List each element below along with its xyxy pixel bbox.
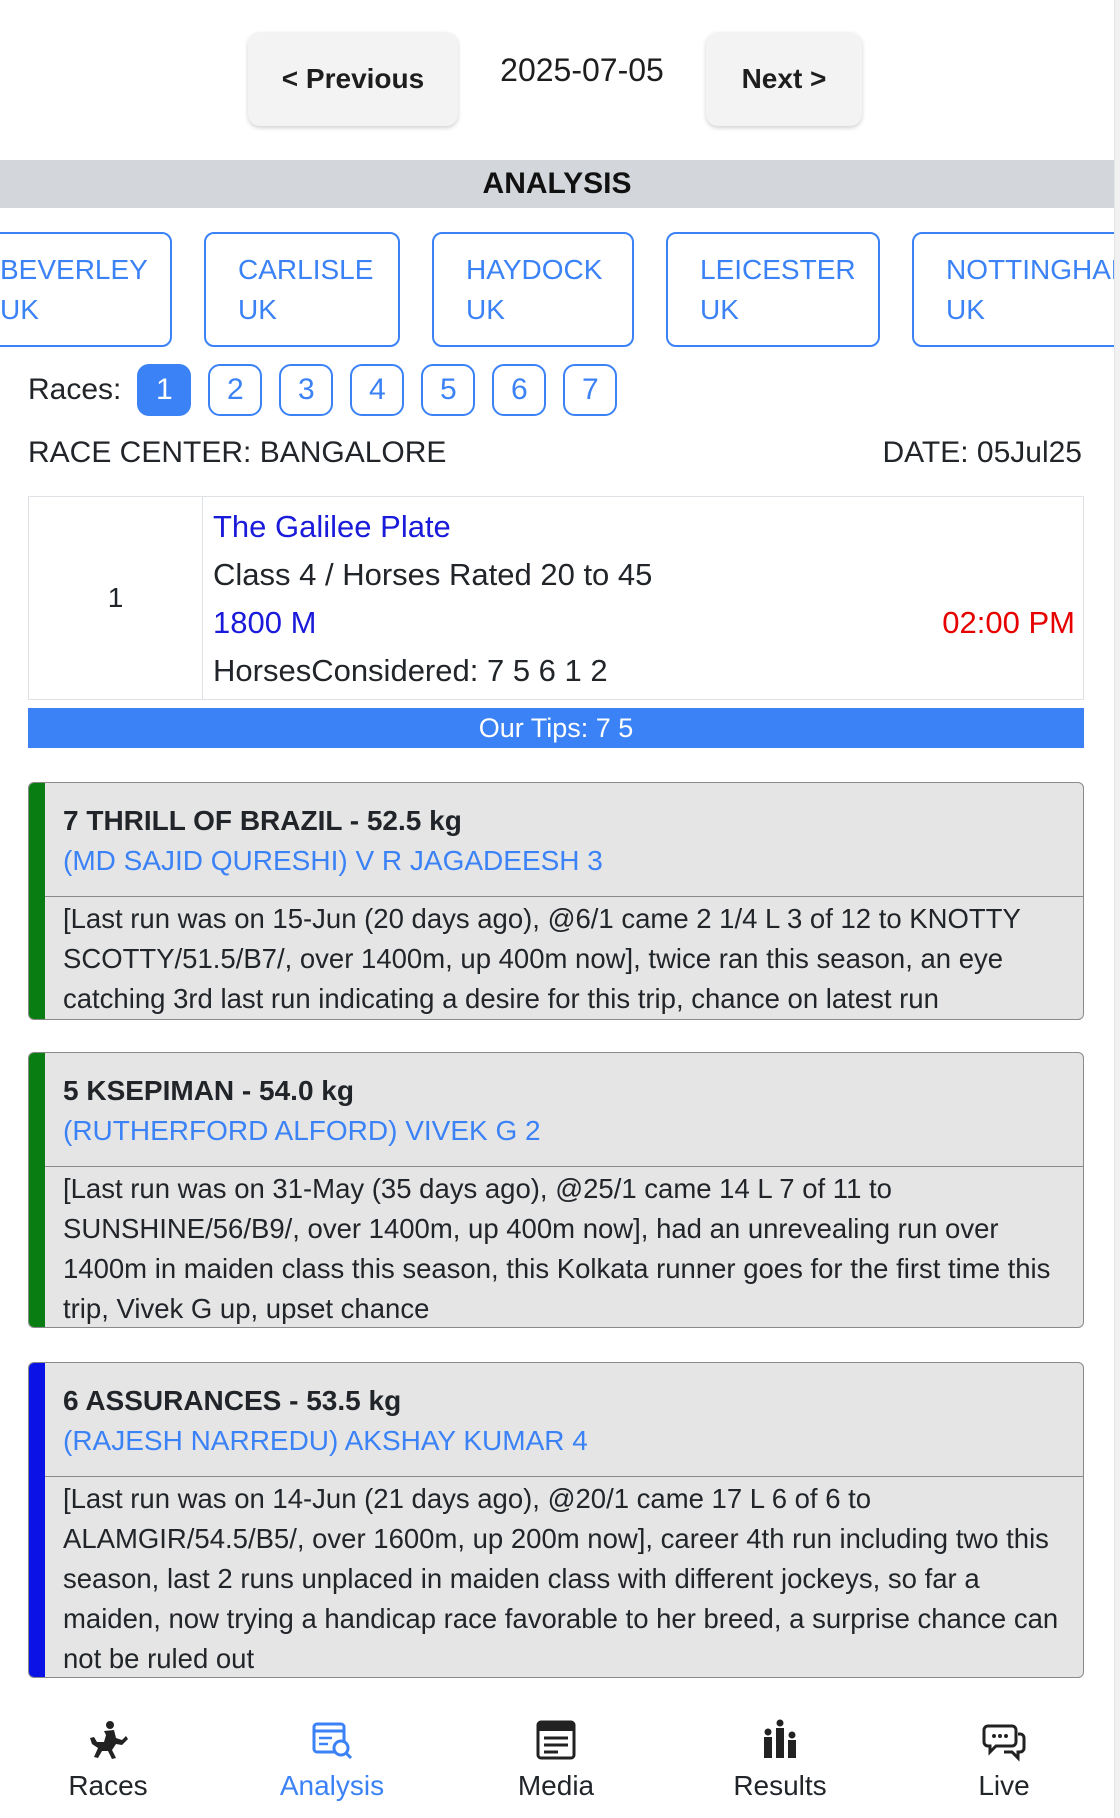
race-date: DATE: 05Jul25 <box>882 436 1082 469</box>
race-center: RACE CENTER: BANGALORE <box>28 436 447 469</box>
venue-tab-beverley[interactable]: BEVERLEY UK <box>0 232 172 347</box>
venue-tab-nottingham[interactable]: NOTTINGHAM UK <box>912 232 1114 347</box>
bottom-navigation: Races Analysis Media Results Live <box>0 1700 1114 1818</box>
race-button-3[interactable]: 3 <box>279 364 334 416</box>
horses-considered: HorsesConsidered: 7 5 6 1 2 <box>213 653 608 688</box>
venue-name: NOTTINGHAM <box>946 254 1114 285</box>
venue-country: UK <box>0 294 39 325</box>
chat-bubbles-icon <box>982 1724 1026 1762</box>
horse-card-header: 5 KSEPIMAN - 54.0 kg (RUTHERFORD ALFORD)… <box>29 1053 1083 1167</box>
horse-title: 5 KSEPIMAN - 54.0 kg <box>63 1075 354 1106</box>
horse-card: 5 KSEPIMAN - 54.0 kg (RUTHERFORD ALFORD)… <box>28 1052 1084 1328</box>
races-label: Races: <box>28 373 122 406</box>
nav-media[interactable]: Media <box>476 1700 636 1802</box>
newspaper-icon <box>536 1720 576 1760</box>
horse-card-stripe <box>29 783 45 1019</box>
page-scrollbar[interactable] <box>1114 0 1120 1818</box>
horse-jockey: (RUTHERFORD ALFORD) VIVEK G 2 <box>63 1115 541 1146</box>
race-button-1[interactable]: 1 <box>137 364 192 416</box>
race-button-5[interactable]: 5 <box>421 364 476 416</box>
nav-analysis[interactable]: Analysis <box>252 1700 412 1802</box>
analysis-icon <box>312 1722 353 1760</box>
horse-comment: [Last run was on 31-May (35 days ago), @… <box>63 1173 1051 1324</box>
previous-day-button[interactable]: < Previous <box>248 32 458 126</box>
venue-name: BEVERLEY <box>0 254 148 285</box>
nav-races[interactable]: Races <box>28 1700 188 1802</box>
horse-card: 6 ASSURANCES - 53.5 kg (RAJESH NARREDU) … <box>28 1362 1084 1678</box>
nav-analysis-label: Analysis <box>279 1770 385 1801</box>
nav-races-label: Races <box>68 1770 148 1801</box>
venue-country: UK <box>700 294 739 325</box>
venue-country: UK <box>238 294 277 325</box>
horse-title: 7 THRILL OF BRAZIL - 52.5 kg <box>63 805 462 836</box>
venue-tab-carlisle[interactable]: CARLISLE UK <box>204 232 400 347</box>
horse-card: 7 THRILL OF BRAZIL - 52.5 kg (MD SAJID Q… <box>28 782 1084 1020</box>
nav-media-label: Media <box>517 1770 595 1801</box>
race-button-6[interactable]: 6 <box>492 364 547 416</box>
race-button-4[interactable]: 4 <box>350 364 405 416</box>
race-info-card: 1 The Galilee Plate Class 4 / Horses Rat… <box>28 496 1084 700</box>
horse-title: 6 ASSURANCES - 53.5 kg <box>63 1385 402 1416</box>
horse-comment: [Last run was on 15-Jun (20 days ago), @… <box>63 903 1021 1014</box>
venue-country: UK <box>946 294 985 325</box>
venue-country: UK <box>466 294 505 325</box>
results-podium-icon <box>764 1719 796 1758</box>
nav-results[interactable]: Results <box>700 1700 860 1802</box>
horse-card-stripe <box>29 1053 45 1327</box>
race-name: The Galilee Plate <box>213 509 451 544</box>
venue-tab-leicester[interactable]: LEICESTER UK <box>666 232 880 347</box>
horse-card-header: 6 ASSURANCES - 53.5 kg (RAJESH NARREDU) … <box>29 1363 1083 1477</box>
race-center-row: RACE CENTER: BANGALORE DATE: 05Jul25 <box>28 436 1082 470</box>
nav-live[interactable]: Live <box>924 1700 1084 1802</box>
tips-banner: Our Tips: 7 5 <box>28 708 1084 748</box>
horse-card-stripe <box>29 1363 45 1677</box>
race-time: 02:00 PM <box>942 605 1075 640</box>
nav-live-label: Live <box>978 1770 1030 1801</box>
venue-tab-haydock[interactable]: HAYDOCK UK <box>432 232 634 347</box>
date-navigation: < Previous 2025-07-05 Next > <box>0 32 1110 128</box>
venue-tabs: BEVERLEY UK CARLISLE UK HAYDOCK UK LEICE… <box>0 232 1114 348</box>
race-details: The Galilee Plate Class 4 / Horses Rated… <box>213 503 1075 695</box>
venue-name: CARLISLE <box>238 254 374 285</box>
next-day-button[interactable]: Next > <box>706 32 862 126</box>
horse-comment: [Last run was on 14-Jun (21 days ago), @… <box>63 1483 1059 1674</box>
horse-card-header: 7 THRILL OF BRAZIL - 52.5 kg (MD SAJID Q… <box>29 783 1083 897</box>
page-title: ANALYSIS <box>0 160 1114 208</box>
venue-name: LEICESTER <box>700 254 856 285</box>
race-number: 1 <box>29 497 203 699</box>
race-selector: Races: 1 2 3 4 5 6 7 <box>28 364 634 416</box>
horse-jockey: (RAJESH NARREDU) AKSHAY KUMAR 4 <box>63 1425 588 1456</box>
horse-jockey: (MD SAJID QURESHI) V R JAGADEESH 3 <box>63 845 603 876</box>
horse-racing-icon <box>90 1721 128 1759</box>
race-class: Class 4 / Horses Rated 20 to 45 <box>213 557 653 592</box>
venue-name: HAYDOCK <box>466 254 603 285</box>
race-button-2[interactable]: 2 <box>208 364 263 416</box>
nav-results-label: Results <box>733 1770 827 1801</box>
current-date: 2025-07-05 <box>500 52 664 88</box>
race-button-7[interactable]: 7 <box>563 364 618 416</box>
